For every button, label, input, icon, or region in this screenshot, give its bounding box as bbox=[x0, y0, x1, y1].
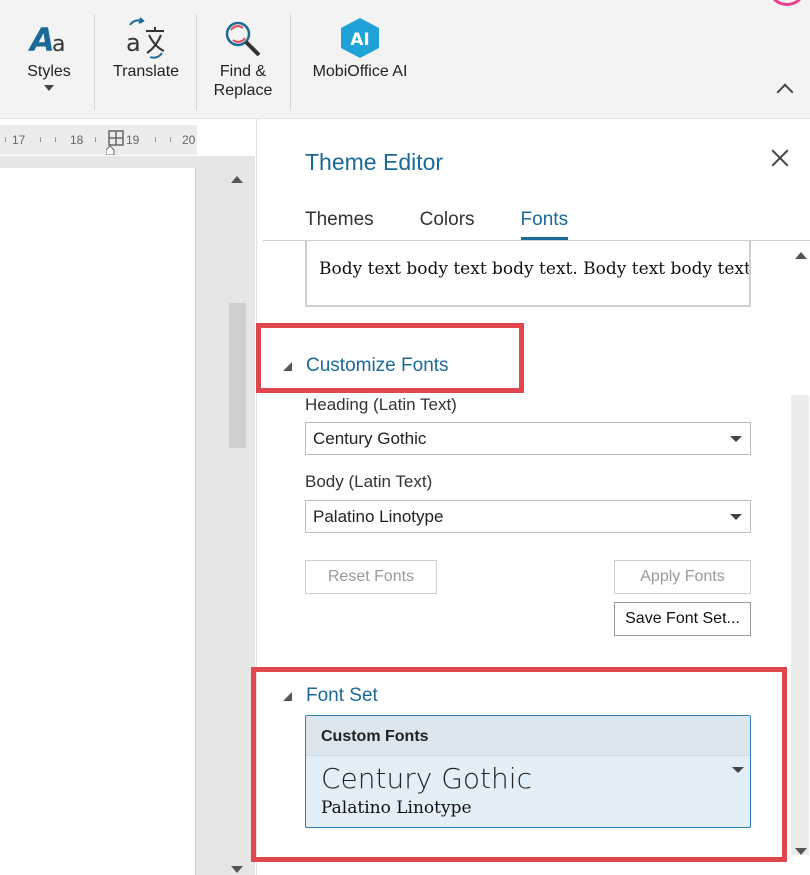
ruler-tick bbox=[40, 137, 41, 142]
ruler-mark: 19 bbox=[126, 133, 140, 147]
translate-button[interactable]: a Translate bbox=[108, 14, 184, 81]
font-preview: Body text body text body text. Body text… bbox=[305, 241, 751, 307]
svg-text:AI: AI bbox=[350, 30, 369, 50]
body-font-value: Palatino Linotype bbox=[313, 507, 444, 526]
ruler-tick bbox=[95, 137, 96, 142]
svg-text:A: A bbox=[28, 21, 55, 58]
svg-text:a: a bbox=[52, 32, 65, 57]
translate-label: Translate bbox=[112, 63, 180, 80]
styles-label: Styles bbox=[27, 63, 71, 80]
ruler-tick bbox=[5, 137, 6, 142]
horizontal-ruler: 17 18 19 20 bbox=[0, 125, 197, 155]
find-replace-label-line2: Replace bbox=[213, 82, 273, 99]
ribbon: A a Styles a Translate Find & Replace AI… bbox=[0, 0, 810, 119]
ruler-mark: 20 bbox=[182, 133, 196, 147]
ribbon-divider bbox=[196, 14, 197, 110]
panel-scroll-down-icon[interactable] bbox=[795, 848, 807, 855]
find-replace-label: Find & Replace bbox=[214, 62, 273, 100]
theme-editor-tabs: Themes Colors Fonts bbox=[305, 209, 614, 240]
ruler-mark: 17 bbox=[12, 133, 26, 147]
body-font-dropdown[interactable]: Palatino Linotype bbox=[305, 500, 751, 533]
scroll-up-icon[interactable] bbox=[231, 176, 243, 183]
ribbon-divider bbox=[290, 14, 291, 110]
panel-scrollbar[interactable] bbox=[791, 395, 809, 855]
panel-scroll-up-icon[interactable] bbox=[795, 252, 807, 259]
find-replace-button[interactable]: Find & Replace bbox=[208, 14, 278, 100]
profile-avatar-edge[interactable] bbox=[770, 0, 804, 6]
scroll-down-icon[interactable] bbox=[231, 866, 243, 873]
font-set-highlight bbox=[251, 667, 787, 862]
preview-body-text: Body text body text body text. Body text… bbox=[319, 259, 751, 279]
close-icon[interactable] bbox=[769, 147, 791, 169]
mobioffice-ai-button[interactable]: AI MobiOffice AI bbox=[306, 14, 414, 81]
styles-icon: A a bbox=[28, 14, 70, 62]
document-page[interactable] bbox=[0, 168, 196, 875]
ruler-mark: 18 bbox=[70, 133, 84, 147]
styles-button[interactable]: A a Styles bbox=[24, 14, 74, 91]
tab-fonts[interactable]: Fonts bbox=[520, 209, 569, 240]
heading-font-dropdown[interactable]: Century Gothic bbox=[305, 422, 751, 455]
document-scrollbar-thumb[interactable] bbox=[229, 303, 246, 448]
heading-font-value: Century Gothic bbox=[313, 429, 427, 448]
find-replace-icon bbox=[221, 14, 265, 62]
apply-fonts-button[interactable]: Apply Fonts bbox=[614, 560, 751, 594]
customize-fonts-highlight bbox=[256, 323, 524, 393]
tab-colors[interactable]: Colors bbox=[420, 209, 475, 240]
ribbon-divider bbox=[94, 14, 95, 110]
table-grid-icon[interactable] bbox=[106, 129, 126, 155]
chevron-down-icon bbox=[730, 514, 742, 520]
save-font-set-button[interactable]: Save Font Set... bbox=[614, 602, 751, 636]
mobioffice-ai-label: MobiOffice AI bbox=[312, 63, 408, 80]
ruler-tick bbox=[55, 137, 56, 142]
chevron-down-icon bbox=[730, 436, 742, 442]
translate-icon: a bbox=[124, 14, 168, 62]
heading-font-label: Heading (Latin Text) bbox=[305, 395, 457, 414]
find-replace-label-line1: Find & bbox=[219, 63, 267, 80]
mobioffice-ai-icon: AI bbox=[336, 14, 384, 62]
ruler-tick bbox=[155, 137, 156, 142]
ruler-tick bbox=[170, 137, 171, 142]
svg-text:a: a bbox=[126, 29, 141, 57]
collapse-ribbon-icon[interactable] bbox=[776, 83, 794, 101]
tab-themes[interactable]: Themes bbox=[305, 209, 374, 240]
panel-title: Theme Editor bbox=[305, 149, 444, 175]
chevron-down-icon bbox=[44, 85, 54, 91]
reset-fonts-button[interactable]: Reset Fonts bbox=[305, 560, 437, 594]
body-font-label: Body (Latin Text) bbox=[305, 472, 433, 491]
